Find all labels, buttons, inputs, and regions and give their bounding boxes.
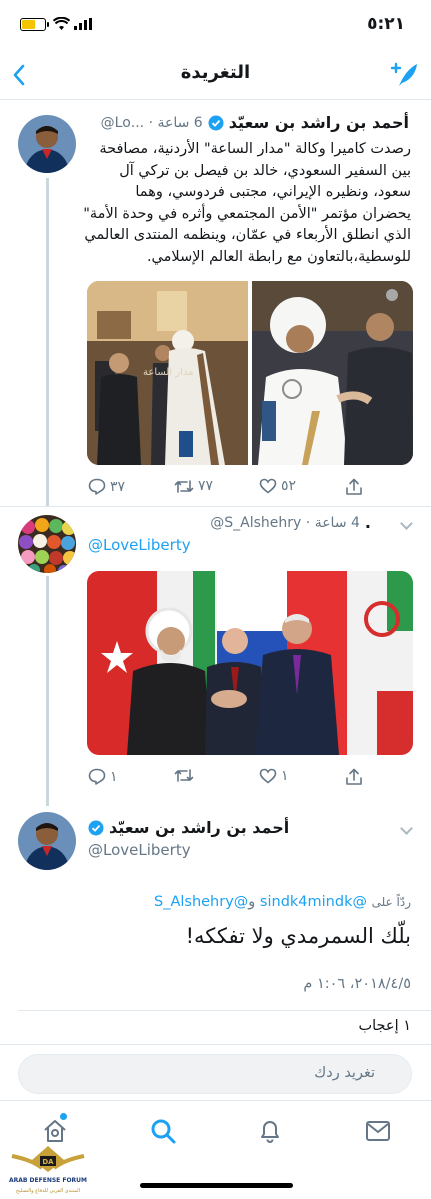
retweet-count: ٧٧ (198, 478, 214, 494)
messages-icon[interactable] (365, 1120, 391, 1142)
home-indicator (140, 1183, 293, 1188)
reply-icon (88, 478, 106, 495)
heart-icon (259, 768, 277, 784)
status-time: ٥:٢١ (367, 14, 405, 34)
reply-action[interactable]: ٣٧ (88, 478, 125, 495)
tweet-timestamp: ٢٠١٨/٤/٥، ١:٠٦ م (303, 976, 411, 992)
status-bar: ٥:٢١ (0, 0, 431, 50)
svg-text:المنتدى العربي للدفاع والتسليح: المنتدى العربي للدفاع والتسليح (16, 1188, 80, 1194)
avatar[interactable] (18, 115, 76, 173)
search-icon[interactable] (150, 1118, 176, 1144)
chevron-down-icon[interactable] (400, 822, 413, 835)
reply-action[interactable]: ١ (88, 768, 118, 785)
page-title: التغريدة (180, 62, 251, 83)
avatar[interactable] (18, 515, 76, 573)
reply-input[interactable]: تغريد ردك (18, 1054, 412, 1094)
reply-to-link[interactable]: @S_Alshehry (154, 894, 248, 910)
reply-placeholder: تغريد ردك (314, 1065, 375, 1081)
retweet-action[interactable] (174, 768, 198, 783)
handle-time: 4 ساعة · S_Alshehry@ (210, 514, 360, 531)
heart-icon (259, 478, 277, 494)
battery-icon (20, 18, 49, 31)
retweet-action[interactable]: ٧٧ (174, 478, 213, 494)
share-icon[interactable] (345, 768, 363, 786)
like-action[interactable]: ٥٢ (259, 478, 296, 494)
svg-text:ARAB DEFENSE FORUM: ARAB DEFENSE FORUM (9, 1177, 87, 1184)
reply-context: ردّاً على @sindk4mindk و@S_Alshehry (153, 894, 411, 910)
wifi-icon (53, 17, 70, 30)
share-icon[interactable] (345, 478, 363, 496)
avatar[interactable] (18, 812, 76, 870)
tweet-text: رصدت كاميرا وكالة "مدار الساعة" الأردنية… (83, 141, 411, 265)
reply-to-link[interactable]: @sindk4mindk (260, 894, 367, 910)
compose-feather-icon[interactable] (389, 62, 419, 88)
media-grid[interactable]: مدار الساعة (87, 281, 413, 465)
like-count: ٥٢ (281, 478, 297, 494)
like-action[interactable]: ١ (259, 768, 289, 784)
home-icon[interactable] (42, 1118, 68, 1144)
tweet-2[interactable]: . 4 ساعة · S_Alshehry@ @LoveLiberty ١ ١ (0, 507, 431, 803)
author-name[interactable]: أحمد بن راشد بن سعيّد (229, 113, 409, 132)
mention-link[interactable]: @LoveLiberty (88, 536, 191, 554)
handle-time: 6 ساعة · ...Lo@ (100, 114, 203, 131)
top-nav-bar: التغريدة (0, 50, 431, 100)
verified-badge-icon (88, 820, 104, 835)
retweet-icon (174, 769, 194, 782)
reply-count: ١ (110, 768, 118, 785)
notifications-icon[interactable] (258, 1118, 282, 1144)
likes-count-link[interactable]: ١ إعجاب (358, 1018, 411, 1034)
photo-handshake-left[interactable]: مدار الساعة (87, 281, 248, 465)
author-name[interactable]: أحمد بن راشد بن سعيّد (109, 818, 289, 837)
divider (0, 1100, 431, 1101)
divider (18, 1010, 431, 1011)
verified-badge-icon (208, 115, 224, 130)
chevron-down-icon[interactable] (400, 517, 413, 530)
reply-icon (88, 768, 106, 785)
unread-dot (60, 1113, 67, 1120)
svg-text:DA: DA (42, 1158, 54, 1166)
tweet-1[interactable]: أحمد بن راشد بن سعيّد 6 ساعة · ...Lo@ رص… (0, 101, 431, 507)
divider (0, 1044, 431, 1045)
like-count: ١ (281, 768, 289, 784)
arab-defense-forum-logo: DA ARAB DEFENSE FORUM المنتدى العربي للد… (9, 1146, 87, 1194)
photo-handshake-right[interactable] (252, 281, 413, 465)
photo-three-leaders[interactable] (87, 571, 413, 755)
author-name[interactable]: . (365, 513, 371, 532)
tweet-text: بلّك السمرمدي ولا تفككه! (185, 924, 411, 948)
signal-icon (74, 18, 92, 30)
reply-count: ٣٧ (110, 478, 126, 495)
author-handle[interactable]: @LoveLiberty (88, 841, 191, 859)
svg-text:مدار الساعة: مدار الساعة (143, 367, 194, 378)
retweet-icon (174, 479, 194, 493)
main-tweet: أحمد بن راشد بن سعيّد @LoveLiberty ردّاً… (0, 804, 431, 1044)
